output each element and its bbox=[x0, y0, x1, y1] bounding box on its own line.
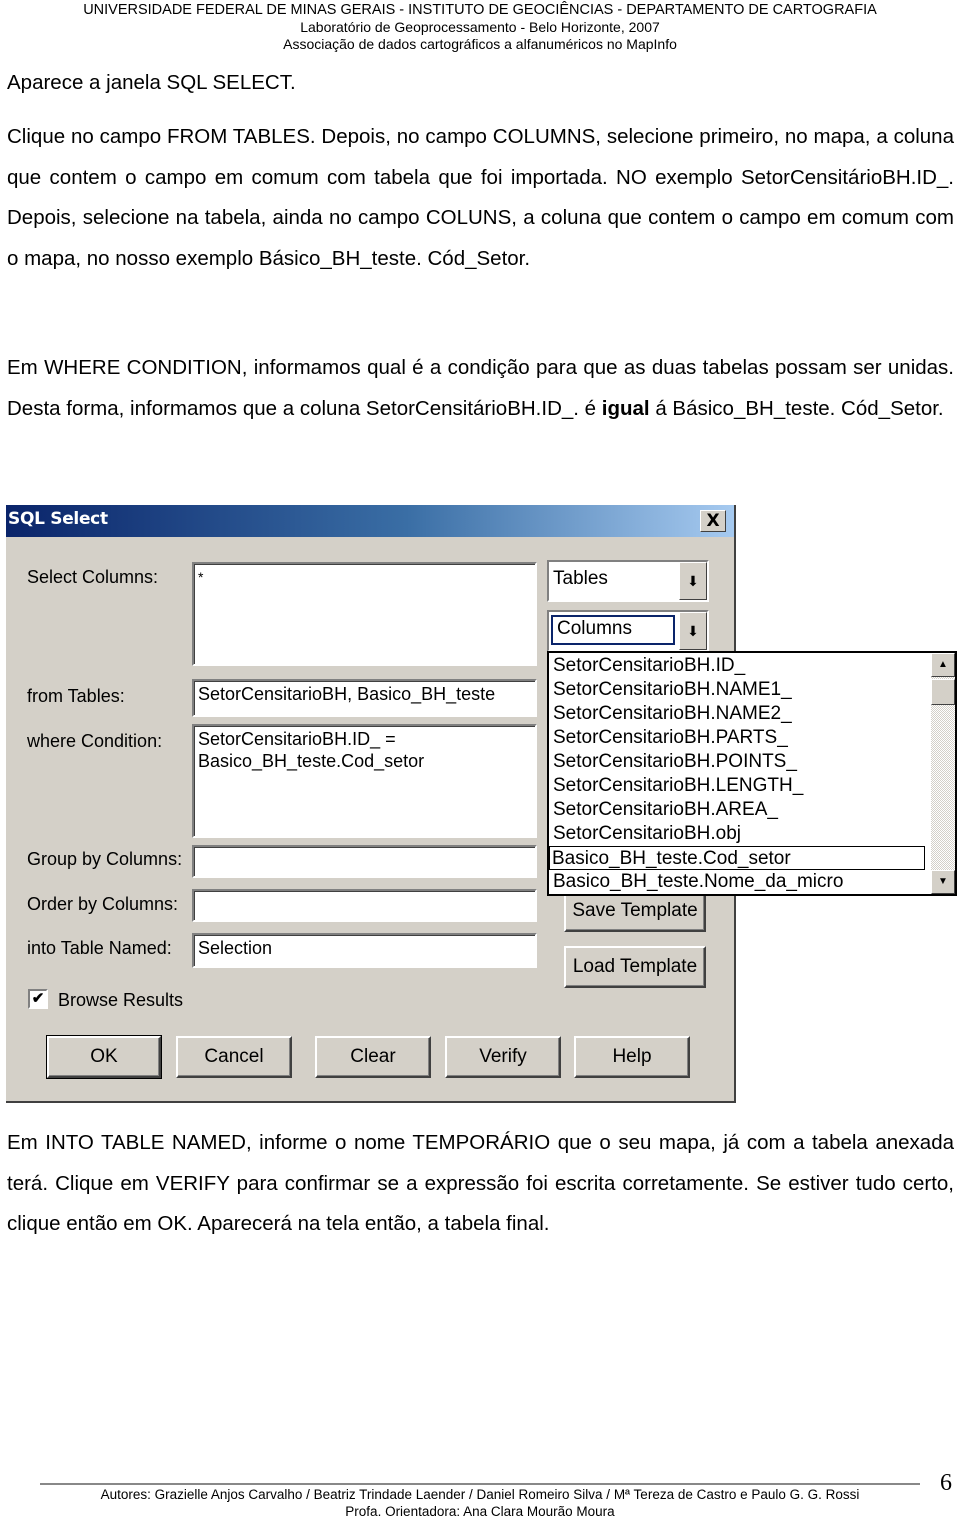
into-table-label: into Table Named: bbox=[27, 938, 172, 958]
tables-combo-value: Tables bbox=[553, 568, 608, 589]
bold-text: igual bbox=[601, 396, 650, 420]
from-tables-label: from Tables: bbox=[27, 686, 125, 706]
where-condition-label: where Condition: bbox=[27, 731, 163, 751]
footer-divider bbox=[40, 1483, 920, 1485]
order-by-label: Order by Columns: bbox=[27, 894, 179, 914]
paragraph-intro: Aparece a janela SQL SELECT. bbox=[7, 71, 296, 94]
footer-advisor: Profa. Orientadora: Ana Clara Mourão Mou… bbox=[345, 1504, 615, 1519]
cancel-button[interactable]: Cancel bbox=[176, 1036, 292, 1078]
columns-combo[interactable]: Columns ⬇ bbox=[547, 610, 709, 652]
dropdown-arrow-icon[interactable]: ⬇ bbox=[679, 612, 707, 650]
columns-list-item[interactable]: SetorCensitarioBH.POINTS_ bbox=[551, 750, 797, 774]
columns-list-item[interactable]: SetorCensitarioBH.LENGTH_ bbox=[551, 774, 803, 798]
into-table-field[interactable]: Selection bbox=[192, 933, 537, 968]
browse-results-label: Browse Results bbox=[58, 990, 184, 1010]
ok-button[interactable]: OK bbox=[46, 1035, 162, 1079]
dropdown-arrow-icon[interactable]: ⬇ bbox=[679, 562, 707, 600]
columns-list-item[interactable]: Basico_BH_teste.Nome_da_micro bbox=[551, 870, 843, 894]
help-button[interactable]: Help bbox=[574, 1036, 690, 1078]
text: á Básico_BH_teste. Cód_Setor. bbox=[649, 396, 944, 420]
checkmark-icon: ✔ bbox=[31, 990, 45, 1007]
scroll-thumb[interactable] bbox=[931, 679, 955, 705]
columns-list-item[interactable]: Basico_BH_teste.Cod_setor bbox=[549, 846, 925, 870]
header-institution: UNIVERSIDADE FEDERAL DE MINAS GERAIS - I… bbox=[83, 2, 877, 18]
close-button[interactable]: X bbox=[700, 510, 726, 532]
columns-list-scrollbar[interactable]: ▲ ▼ bbox=[931, 653, 955, 894]
save-template-button[interactable]: Save Template bbox=[564, 890, 706, 932]
select-columns-label: Select Columns: bbox=[27, 567, 159, 587]
page-header: UNIVERSIDADE FEDERAL DE MINAS GERAIS - I… bbox=[0, 2, 960, 53]
columns-combo-value: Columns bbox=[551, 615, 675, 645]
from-tables-field[interactable]: SetorCensitarioBH, Basico_BH_teste bbox=[192, 679, 537, 717]
page-number: 6 bbox=[940, 1470, 952, 1496]
scroll-down-arrow-icon[interactable]: ▼ bbox=[931, 870, 955, 894]
close-icon: X bbox=[706, 511, 720, 531]
paragraph-where-condition: Em WHERE CONDITION, informamos qual é a … bbox=[7, 348, 954, 429]
dialog-titlebar[interactable]: SQL Select X bbox=[6, 505, 734, 537]
columns-list-item[interactable]: SetorCensitarioBH.AREA_ bbox=[551, 798, 778, 822]
paragraph-from-tables: Clique no campo FROM TABLES. Depois, no … bbox=[7, 125, 954, 270]
group-by-label: Group by Columns: bbox=[27, 849, 183, 869]
clear-button[interactable]: Clear bbox=[315, 1036, 431, 1078]
columns-list-item[interactable]: SetorCensitarioBH.NAME1_ bbox=[551, 678, 792, 702]
sql-select-dialog: SQL Select X Select Columns: * Tables ⬇ … bbox=[6, 505, 957, 1103]
columns-list-item[interactable]: SetorCensitarioBH.PARTS_ bbox=[551, 726, 788, 750]
scroll-up-arrow-icon[interactable]: ▲ bbox=[931, 653, 955, 677]
page-footer: Autores: Grazielle Anjos Carvalho / Beat… bbox=[0, 1486, 960, 1519]
order-by-field[interactable] bbox=[192, 889, 537, 922]
browse-results-checkbox[interactable]: ✔ bbox=[28, 989, 48, 1009]
verify-button[interactable]: Verify bbox=[445, 1036, 561, 1078]
header-subject: Associação de dados cartográficos a alfa… bbox=[283, 36, 677, 52]
group-by-field[interactable] bbox=[192, 845, 537, 878]
columns-list-item[interactable]: SetorCensitarioBH.obj bbox=[551, 822, 741, 846]
tables-combo[interactable]: Tables ⬇ bbox=[547, 560, 709, 602]
paragraph-into-table: Em INTO TABLE NAMED, informe o nome TEMP… bbox=[7, 1131, 954, 1235]
columns-list-item[interactable]: SetorCensitarioBH.NAME2_ bbox=[551, 702, 792, 726]
select-columns-field[interactable]: * bbox=[192, 562, 537, 666]
columns-list-item[interactable]: SetorCensitarioBH.ID_ bbox=[551, 654, 745, 678]
load-template-button[interactable]: Load Template bbox=[564, 946, 706, 988]
where-condition-field[interactable]: SetorCensitarioBH.ID_ = Basico_BH_teste.… bbox=[192, 724, 537, 838]
header-lab: Laboratório de Geoprocessamento - Belo H… bbox=[300, 19, 660, 35]
footer-authors: Autores: Grazielle Anjos Carvalho / Beat… bbox=[100, 1487, 860, 1502]
dialog-title: SQL Select bbox=[8, 509, 108, 529]
columns-list[interactable]: SetorCensitarioBH.ID_ SetorCensitarioBH.N… bbox=[547, 651, 957, 896]
